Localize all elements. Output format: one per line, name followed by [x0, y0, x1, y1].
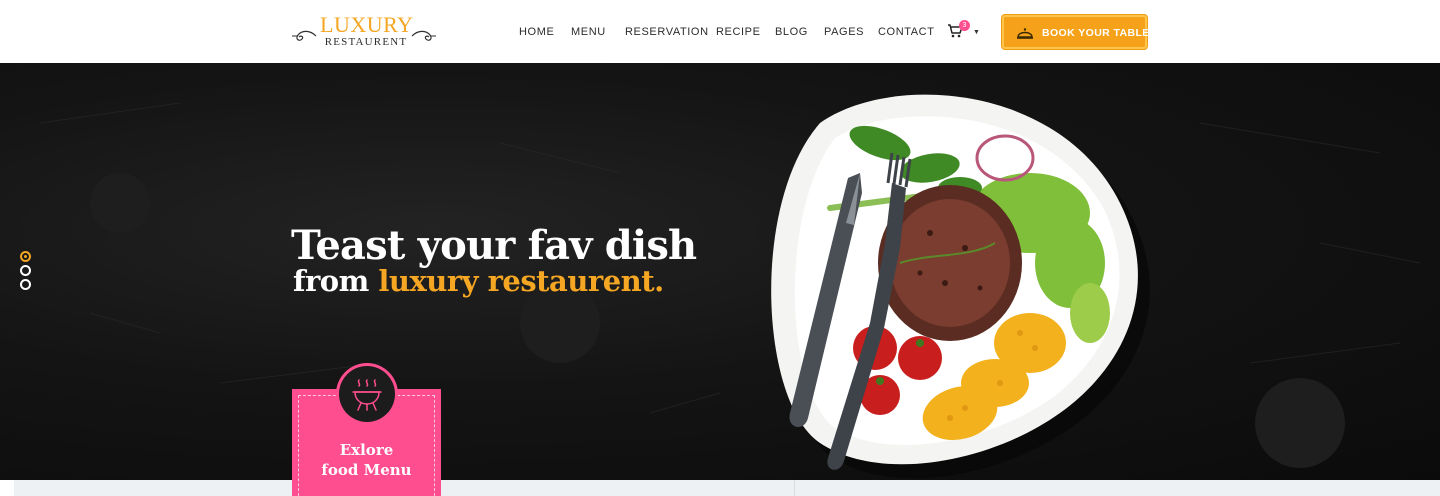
- hero-subtitle-prefix: from: [293, 264, 379, 298]
- slider-dot-1[interactable]: [20, 251, 31, 262]
- explore-label-line2: food Menu: [321, 461, 412, 479]
- logo[interactable]: LUXURY RESTAURENT: [290, 12, 440, 52]
- cart-count-badge: 3: [959, 20, 970, 31]
- cart-button[interactable]: 3 ▼: [947, 20, 981, 42]
- nav-item-recipe[interactable]: RECIPE: [716, 25, 761, 39]
- steak-plate-image: [771, 94, 1150, 479]
- hero-subtitle-accent: luxury restaurent.: [378, 264, 664, 298]
- content-strip: [0, 480, 1440, 496]
- strip-edge: [0, 480, 14, 496]
- slider-dots: [20, 251, 32, 295]
- slider-dot-2[interactable]: [20, 265, 31, 276]
- hero-section: Teast your fav dish from luxury restaure…: [0, 63, 1440, 480]
- logo-swirl-right-icon: [411, 30, 436, 41]
- logo-text-top: LUXURY: [320, 12, 414, 37]
- hero-subtitle: from luxury restaurent.: [293, 263, 664, 299]
- chevron-down-icon: ▼: [973, 29, 980, 36]
- book-table-button[interactable]: BOOK YOUR TABLE: [1002, 15, 1150, 49]
- nav-item-menu[interactable]: MENU: [571, 25, 606, 39]
- nav-item-pages[interactable]: PAGES: [824, 25, 864, 39]
- grill-icon: [352, 379, 382, 411]
- nav-item-reservation[interactable]: RESERVATION: [625, 25, 709, 39]
- site-header: LUXURY RESTAURENT HOME MENU RESERVATION …: [0, 0, 1440, 63]
- explore-icon-badge[interactable]: [336, 363, 398, 425]
- strip-divider: [794, 480, 795, 496]
- explore-label-line1: Exlore: [339, 441, 394, 459]
- nav-item-blog[interactable]: BLOG: [775, 25, 808, 39]
- explore-icon-circle: [339, 366, 395, 422]
- nav-item-contact[interactable]: CONTACT: [878, 25, 935, 39]
- nav-item-home[interactable]: HOME: [519, 25, 554, 39]
- chalkboard-texture: [39, 102, 1421, 468]
- book-table-label: BOOK YOUR TABLE: [1042, 27, 1150, 39]
- serving-cloche-icon: [1017, 28, 1033, 39]
- slider-dot-3[interactable]: [20, 279, 31, 290]
- logo-swirl-left-icon: [292, 30, 317, 41]
- logo-text-bottom: RESTAURENT: [324, 36, 408, 48]
